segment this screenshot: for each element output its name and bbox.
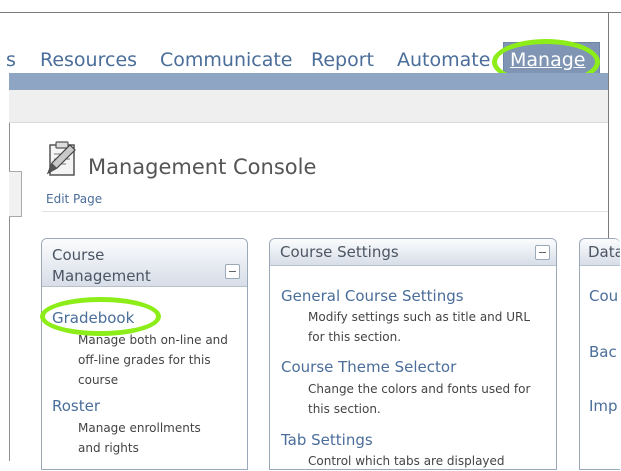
module-header: Course Management: [42, 239, 247, 287]
edit-page-link[interactable]: Edit Page: [46, 192, 102, 206]
roster-link[interactable]: Roster: [52, 397, 100, 415]
collapse-button[interactable]: [535, 245, 550, 260]
nav-tab-resources[interactable]: Resources: [40, 49, 137, 71]
data-link-1[interactable]: Cou: [589, 287, 618, 305]
sub-nav-bar: [9, 90, 608, 123]
tab-settings-description: Control which tabs are displayed: [308, 454, 505, 468]
data-link-3[interactable]: Imp: [589, 397, 618, 415]
title-divider: [42, 211, 608, 212]
left-panel-tab[interactable]: [9, 171, 22, 217]
gradebook-description: Manage both on-line and off-line grades …: [78, 333, 228, 387]
frame-top: [0, 0, 621, 12]
collapse-button[interactable]: [225, 264, 240, 279]
data-link-2[interactable]: Bac: [589, 343, 617, 361]
module-title: Course Management: [52, 246, 151, 285]
clipboard-icon: [46, 141, 76, 176]
nav-tab-automate[interactable]: Automate: [397, 49, 490, 71]
top-navigation: s Resources Communicate Report Automate …: [0, 13, 608, 85]
tab-settings-link[interactable]: Tab Settings: [281, 431, 373, 449]
module-header: Course Settings: [270, 239, 556, 266]
general-course-settings-description: Modify settings such as title and URL fo…: [308, 310, 531, 344]
module-course-management: Course Management Gradebook Manage both …: [41, 238, 248, 470]
nav-accent-bar: [9, 73, 608, 90]
module-header: Data: [580, 239, 620, 266]
nav-tab-partial[interactable]: s: [6, 49, 16, 71]
nav-tab-communicate[interactable]: Communicate: [160, 49, 293, 71]
page-title: Management Console: [88, 155, 317, 179]
course-theme-selector-description: Change the colors and fonts used for thi…: [308, 382, 531, 416]
module-course-settings: Course Settings General Course Settings …: [269, 238, 557, 470]
module-title: Data: [588, 243, 620, 261]
annotation-circle-gradebook: [40, 297, 161, 336]
general-course-settings-link[interactable]: General Course Settings: [281, 287, 464, 305]
module-data: Data Cou Bac Imp: [579, 238, 620, 470]
course-theme-selector-link[interactable]: Course Theme Selector: [281, 358, 456, 376]
module-title: Course Settings: [280, 243, 399, 261]
roster-description: Manage enrollments and rights: [78, 421, 201, 455]
nav-tab-report[interactable]: Report: [311, 49, 374, 71]
